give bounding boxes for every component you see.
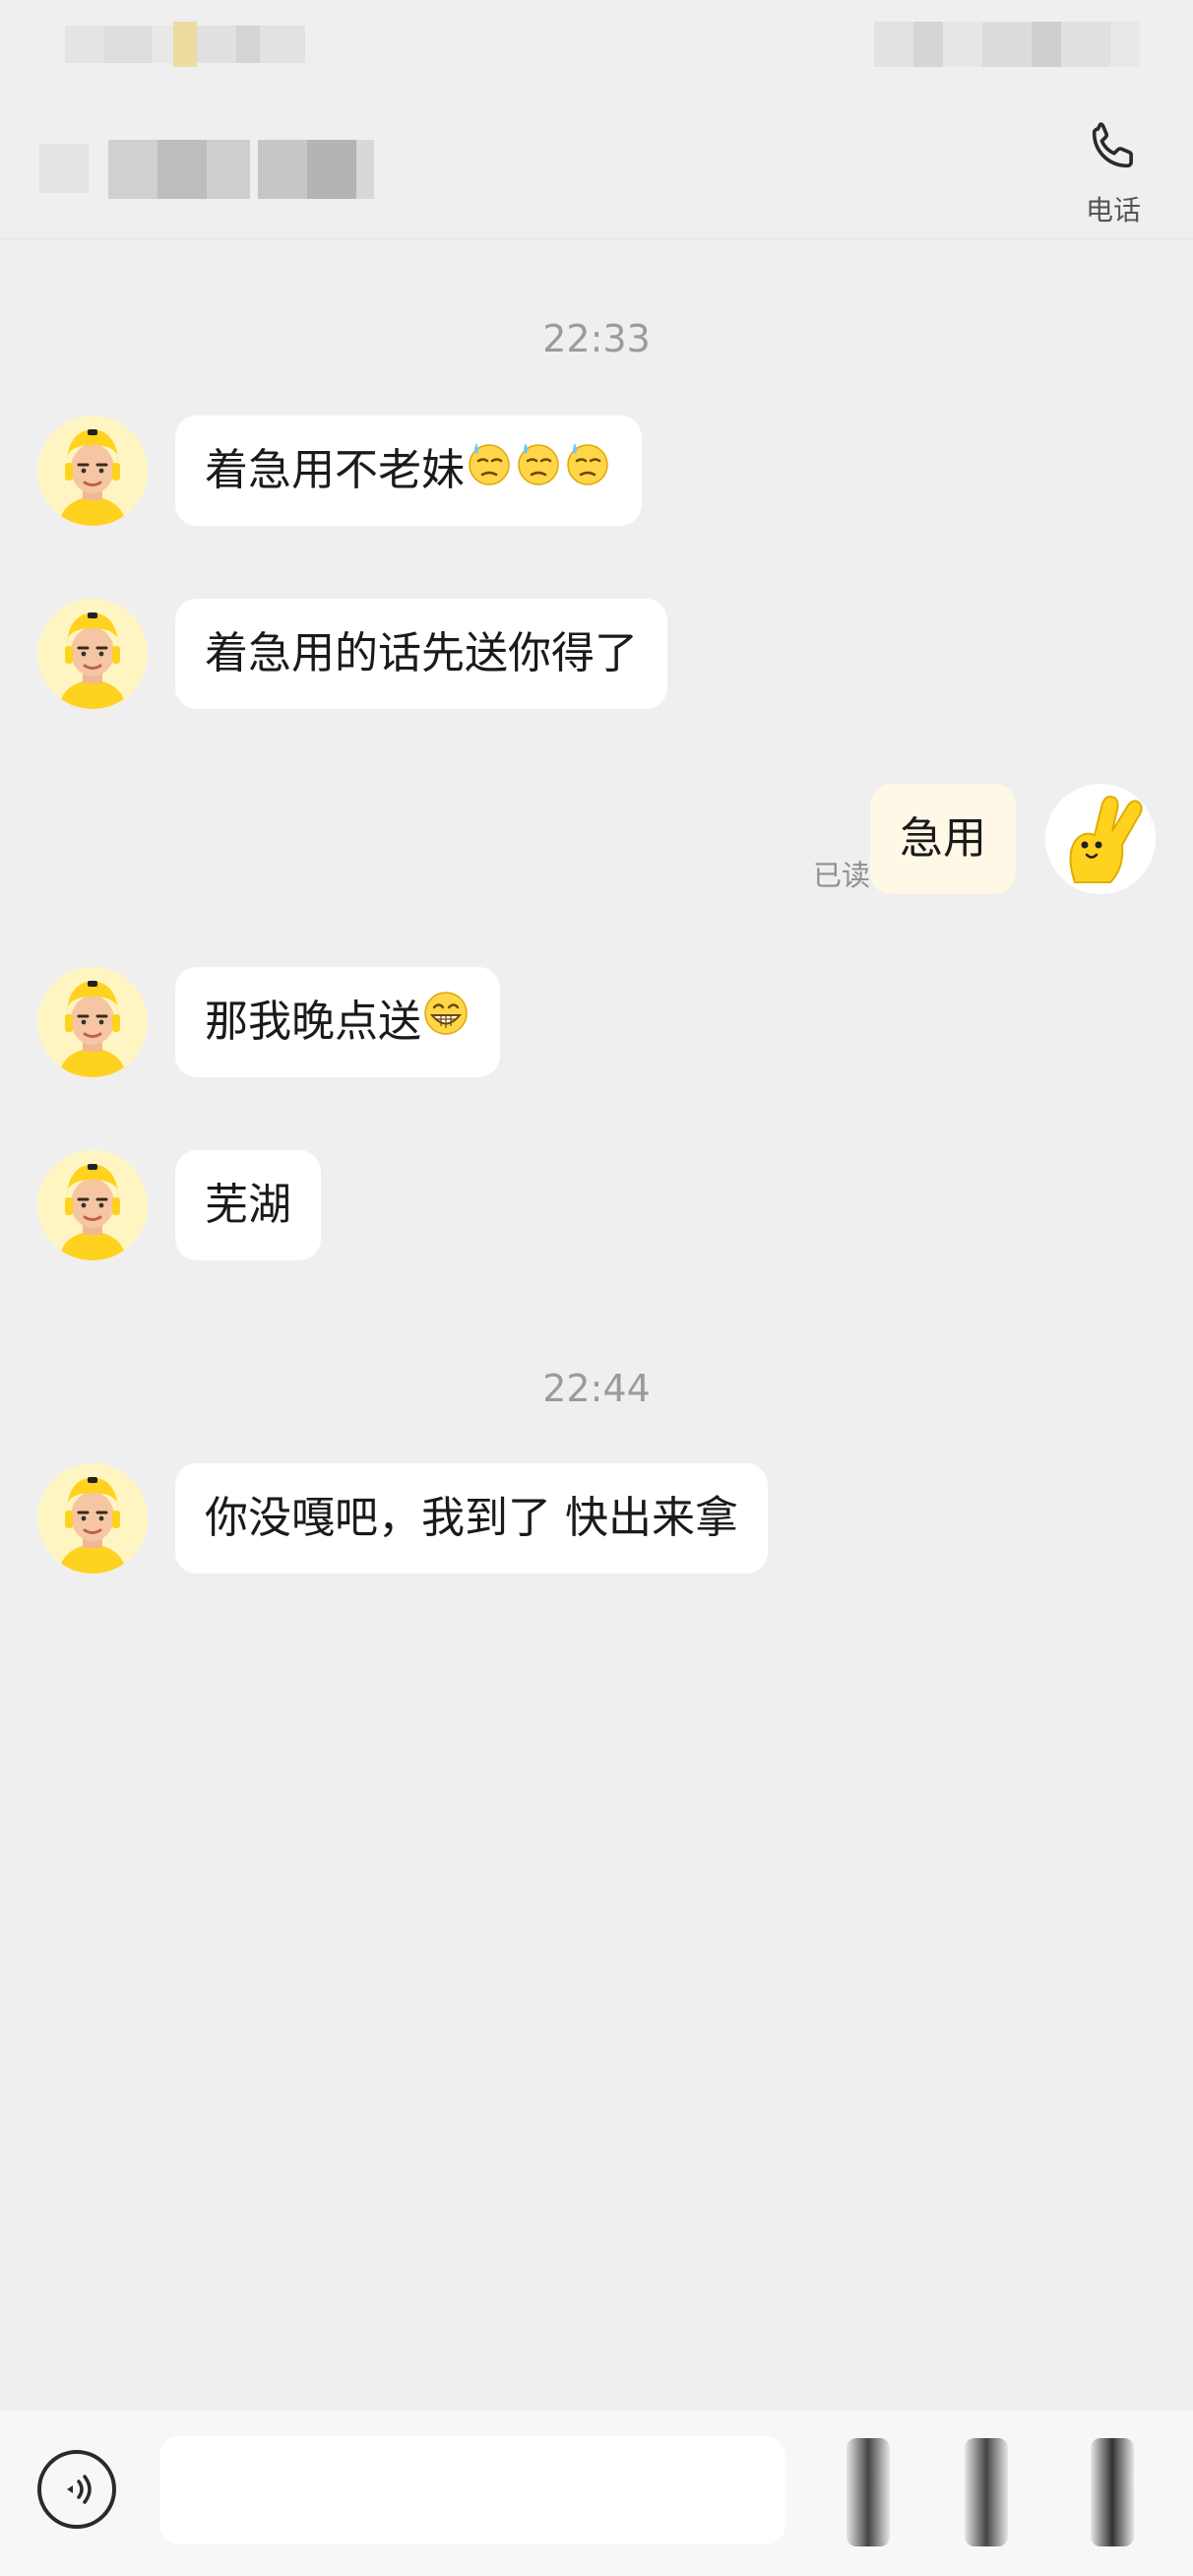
message-bubble[interactable]: 着急用不老妹 <box>175 416 642 526</box>
message-bubble[interactable]: 那我晚点送 <box>175 967 500 1077</box>
yellow-hand-avatar[interactable] <box>1045 784 1156 894</box>
courier-avatar[interactable] <box>37 1463 148 1574</box>
message-bubble[interactable]: 急用 <box>870 784 1016 894</box>
timestamp: 22:33 <box>542 317 651 360</box>
message-bubble[interactable]: 你没嘎吧，我到了 快出来拿 <box>175 1463 768 1574</box>
sweat-face-emoji <box>465 418 514 528</box>
pixelated-status-left <box>65 22 305 67</box>
pixelated-contact-name <box>39 130 374 209</box>
pixelated-status-right <box>874 22 1140 67</box>
status-bar <box>0 0 1193 89</box>
sweat-face-emoji <box>563 418 612 528</box>
voice-button[interactable] <box>37 2450 116 2529</box>
sweat-face-emoji <box>514 418 563 528</box>
call-button[interactable]: 电话 <box>1071 118 1156 226</box>
message-row-outgoing: 已读 急用 <box>0 784 1193 894</box>
message-row: 着急用不老妹 <box>0 416 1193 526</box>
blurred-emoji-icon[interactable] <box>839 2438 898 2546</box>
message-text: 急用 <box>900 813 986 864</box>
read-status: 已读 <box>812 859 870 892</box>
message-bubble[interactable]: 着急用的话先送你得了 <box>175 599 667 709</box>
courier-avatar[interactable] <box>37 416 148 526</box>
timestamp: 22:44 <box>542 1367 651 1410</box>
courier-avatar[interactable] <box>37 599 148 709</box>
message-text: 芜湖 <box>205 1180 291 1230</box>
courier-avatar[interactable] <box>37 1150 148 1260</box>
chat-header: 电话 <box>0 89 1193 239</box>
message-row: 芜湖 <box>0 1150 1193 1260</box>
message-row: 那我晚点送 <box>0 967 1193 1077</box>
message-text: 着急用不老妹 <box>205 445 465 495</box>
message-text: 着急用的话先送你得了 <box>205 628 638 678</box>
grin-face-emoji <box>421 969 471 1079</box>
message-text: 你没嘎吧，我到了 快出来拿 <box>205 1493 738 1543</box>
input-bar <box>0 2411 1193 2576</box>
blurred-more-icon[interactable] <box>957 2438 1016 2546</box>
courier-avatar[interactable] <box>37 967 148 1077</box>
message-text: 那我晚点送 <box>205 997 421 1047</box>
message-row: 你没嘎吧，我到了 快出来拿 <box>0 1463 1193 1574</box>
message-row: 着急用的话先送你得了 <box>0 599 1193 709</box>
message-input[interactable] <box>159 2436 785 2544</box>
message-bubble[interactable]: 芜湖 <box>175 1150 321 1260</box>
call-label: 电话 <box>1085 194 1141 226</box>
phone-icon <box>1071 118 1156 175</box>
blurred-send-icon[interactable] <box>1083 2438 1142 2546</box>
